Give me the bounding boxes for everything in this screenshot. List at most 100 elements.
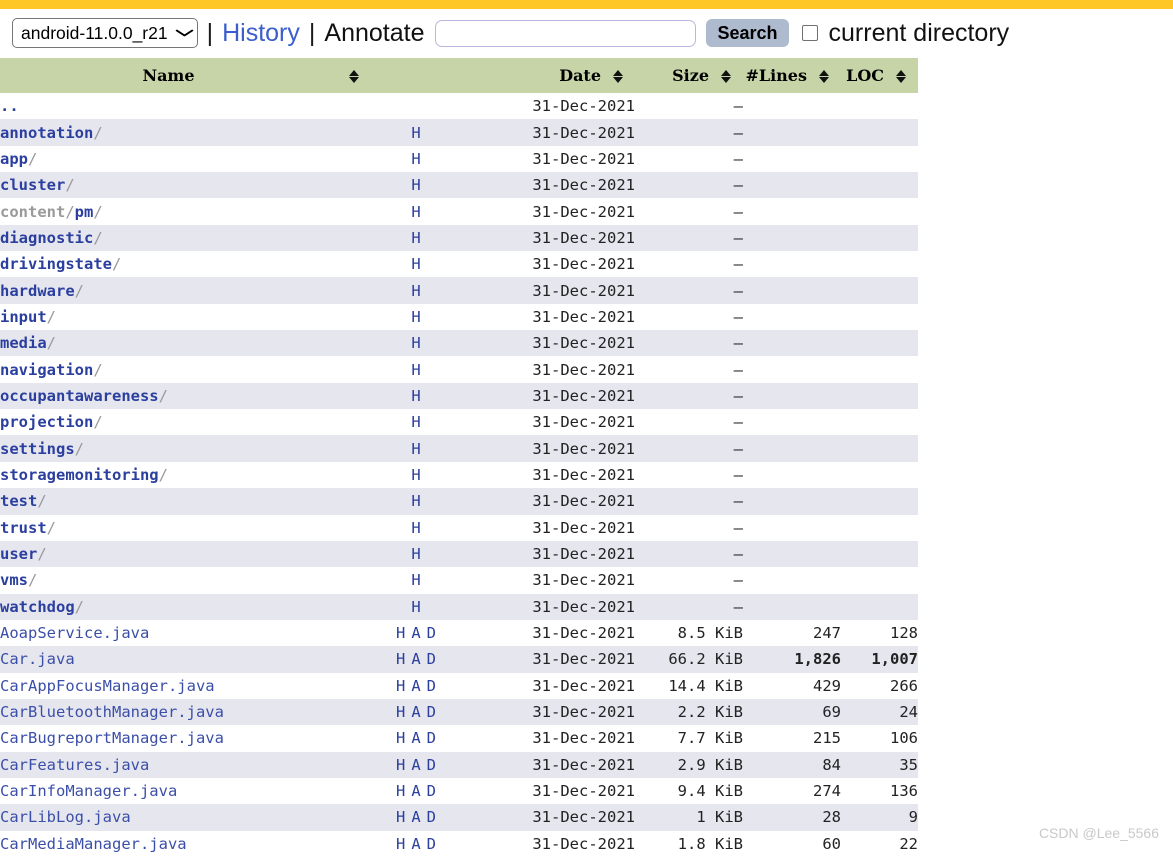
table-row[interactable]: CarAppFocusManager.java H A D 31-Dec-2021 14.… [0,673,918,699]
directory-link[interactable]: app [0,150,28,168]
history-link[interactable]: History [222,20,300,46]
directory-link[interactable]: trust [0,519,47,537]
table-row[interactable]: cluster/H 31-Dec-2021– [0,172,918,199]
table-row[interactable]: user/H 31-Dec-2021– [0,540,918,568]
table-row[interactable]: storagemonitoring/H 31-Dec-2021– [0,462,918,488]
sort-toggle-lines[interactable] [807,58,841,93]
sort-toggle-name[interactable] [337,58,371,93]
table-row[interactable]: AoapService.java H A D 31-Dec-2021 8.5 KiB 247… [0,620,918,646]
table-row[interactable]: Car.java H A D 31-Dec-2021 66.2 KiB 1,826 1,007 [0,646,918,673]
action-link-h[interactable]: H [411,545,420,563]
table-row[interactable]: CarLibLog.java H A D 31-Dec-2021 1 KiB 28 9 [0,804,918,831]
action-link-d[interactable]: D [427,729,436,747]
action-link-h[interactable]: H [396,677,405,695]
file-link[interactable]: CarBluetoothManager.java [0,703,224,721]
table-row[interactable]: CarInfoManager.java H A D 31-Dec-2021 9.4 KiB… [0,778,918,804]
table-row[interactable]: input/H 31-Dec-2021– [0,304,918,330]
file-link[interactable]: CarAppFocusManager.java [0,677,215,695]
table-row[interactable]: content/pm/H 31-Dec-2021– [0,198,918,224]
sort-toggle-loc[interactable] [884,58,918,93]
directory-link[interactable]: diagnostic [0,229,93,247]
action-link-h[interactable]: H [396,650,405,668]
action-link-h[interactable]: H [411,150,420,168]
directory-link[interactable]: drivingstate [0,255,112,273]
action-link-a[interactable]: A [411,729,420,747]
column-header-name[interactable]: Name [0,58,337,93]
directory-link[interactable]: vms [0,571,28,589]
action-link-h[interactable]: H [396,703,405,721]
directory-link[interactable]: annotation [0,124,93,142]
table-row[interactable]: app/H 31-Dec-2021– [0,146,918,172]
file-link[interactable]: CarInfoManager.java [0,782,177,800]
action-link-h[interactable]: H [411,229,420,247]
table-row[interactable]: test/H 31-Dec-2021– [0,488,918,515]
action-link-h[interactable]: H [396,729,405,747]
table-row[interactable]: media/H 31-Dec-2021– [0,330,918,357]
table-row[interactable]: vms/H 31-Dec-2021– [0,567,918,593]
action-link-h[interactable]: H [396,808,405,826]
table-row[interactable]: settings/H 31-Dec-2021– [0,435,918,462]
action-link-d[interactable]: D [427,835,436,853]
action-link-a[interactable]: A [411,650,420,668]
action-link-a[interactable]: A [411,835,420,853]
column-header-loc[interactable]: LOC [841,58,884,93]
table-row[interactable]: drivingstate/H 31-Dec-2021– [0,251,918,277]
table-row[interactable]: annotation/H 31-Dec-2021– [0,119,918,146]
action-link-a[interactable]: A [411,756,420,774]
action-link-h[interactable]: H [411,203,420,221]
action-link-h[interactable]: H [411,255,420,273]
table-row[interactable]: .. 31-Dec-2021 – [0,93,918,119]
table-row[interactable]: CarMediaManager.java H A D 31-Dec-2021 1.8 Ki… [0,831,918,857]
column-header-size[interactable]: Size [635,58,709,93]
action-link-h[interactable]: H [396,624,405,642]
action-link-h[interactable]: H [411,519,420,537]
action-link-d[interactable]: D [427,677,436,695]
directory-link[interactable]: cluster [0,176,65,194]
directory-link[interactable]: occupantawareness [0,387,159,405]
action-link-h[interactable]: H [411,440,420,458]
action-link-h[interactable]: H [411,466,420,484]
directory-link[interactable]: input [0,308,47,326]
action-link-a[interactable]: A [411,782,420,800]
action-link-d[interactable]: D [427,808,436,826]
file-link[interactable]: CarFeatures.java [0,756,149,774]
action-link-d[interactable]: D [427,756,436,774]
file-link[interactable]: CarLibLog.java [0,808,131,826]
action-link-h[interactable]: H [396,756,405,774]
current-directory-checkbox[interactable] [801,25,818,41]
action-link-d[interactable]: D [427,782,436,800]
action-link-h[interactable]: H [411,387,420,405]
directory-link[interactable]: content [0,203,65,221]
directory-link[interactable]: test [0,492,37,510]
table-row[interactable]: diagnostic/H 31-Dec-2021– [0,224,918,252]
action-link-h[interactable]: H [396,835,405,853]
table-row[interactable]: occupantawareness/H 31-Dec-2021– [0,382,918,410]
directory-link[interactable]: media [0,334,47,352]
directory-link[interactable]: settings [0,440,75,458]
action-link-h[interactable]: H [411,571,420,589]
sort-toggle-date[interactable] [601,58,635,93]
directory-link[interactable]: pm [75,203,94,221]
directory-link[interactable]: storagemonitoring [0,466,159,484]
directory-link[interactable]: watchdog [0,598,75,616]
action-link-h[interactable]: H [411,492,420,510]
file-link[interactable]: AoapService.java [0,624,149,642]
action-link-d[interactable]: D [427,650,436,668]
action-link-a[interactable]: A [411,677,420,695]
directory-link[interactable]: navigation [0,361,93,379]
directory-link[interactable]: user [0,545,37,563]
file-link[interactable]: CarBugreportManager.java [0,729,224,747]
action-link-d[interactable]: D [427,703,436,721]
action-link-a[interactable]: A [411,703,420,721]
action-link-h[interactable]: H [411,282,420,300]
action-link-h[interactable]: H [411,413,420,431]
column-header-date[interactable]: Date [461,58,601,93]
sort-toggle-size[interactable] [709,58,743,93]
table-row[interactable]: CarBluetoothManager.java H A D 31-Dec-2021 2.… [0,698,918,726]
action-link-h[interactable]: H [411,361,420,379]
search-input[interactable] [435,19,697,47]
table-row[interactable]: trust/H 31-Dec-2021– [0,515,918,541]
directory-link[interactable]: hardware [0,282,75,300]
table-row[interactable]: projection/H 31-Dec-2021– [0,409,918,435]
file-link[interactable]: CarMediaManager.java [0,835,187,853]
